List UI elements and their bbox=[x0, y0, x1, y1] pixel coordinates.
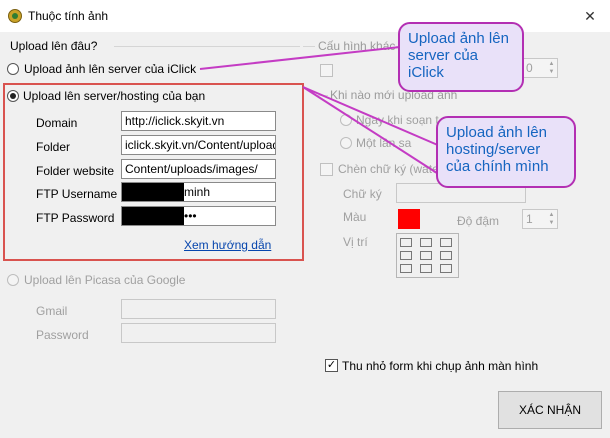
callout-iclick: Upload ảnh lên server của iClick bbox=[398, 22, 524, 92]
arrow-line-hosting bbox=[302, 86, 441, 147]
arrow-line-hosting-2 bbox=[302, 86, 441, 176]
arrow-line-iclick bbox=[199, 46, 401, 70]
callout-hosting: Upload ảnh lên hosting/server của chính … bbox=[436, 116, 576, 188]
